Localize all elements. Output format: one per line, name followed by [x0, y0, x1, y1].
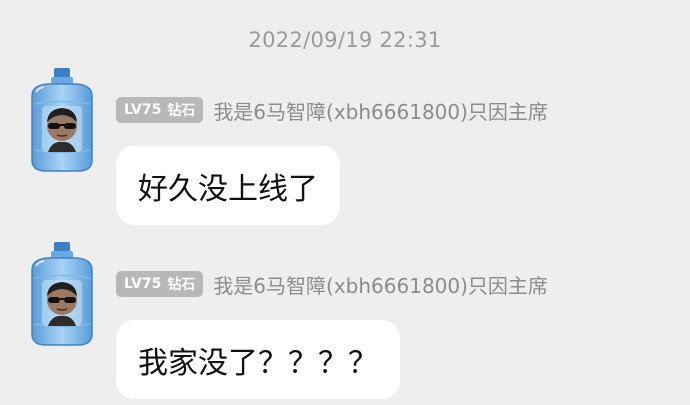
- chat-message: LV75 钻石 我是6马智障(xbh6661800)只因主席 我家没了？？？？: [22, 242, 672, 402]
- sender-name[interactable]: 我是6马智障(xbh6661800)只因主席: [213, 270, 548, 299]
- chat-timestamp: 2022/09/19 22:31: [248, 28, 442, 52]
- sender-meta: LV75 钻石 我是6马智障(xbh6661800)只因主席: [116, 269, 548, 299]
- water-jug-avatar-icon[interactable]: [22, 68, 102, 172]
- badge-rank: 钻石: [167, 103, 196, 119]
- sender-meta: LV75 钻石 我是6马智障(xbh6661800)只因主席: [116, 95, 548, 125]
- chat-message: LV75 钻石 我是6马智障(xbh6661800)只因主席 好久没上线了: [22, 68, 672, 228]
- badge-level: LV75: [124, 276, 162, 292]
- level-badge: LV75 钻石: [116, 271, 204, 297]
- message-bubble[interactable]: 好久没上线了: [116, 146, 340, 225]
- badge-rank: 钻石: [167, 277, 196, 293]
- water-jug-avatar-icon[interactable]: [22, 242, 102, 346]
- badge-level: LV75: [124, 102, 162, 118]
- level-badge: LV75 钻石: [116, 97, 204, 123]
- message-bubble[interactable]: 我家没了？？？？: [116, 320, 400, 399]
- sender-name[interactable]: 我是6马智障(xbh6661800)只因主席: [213, 96, 548, 125]
